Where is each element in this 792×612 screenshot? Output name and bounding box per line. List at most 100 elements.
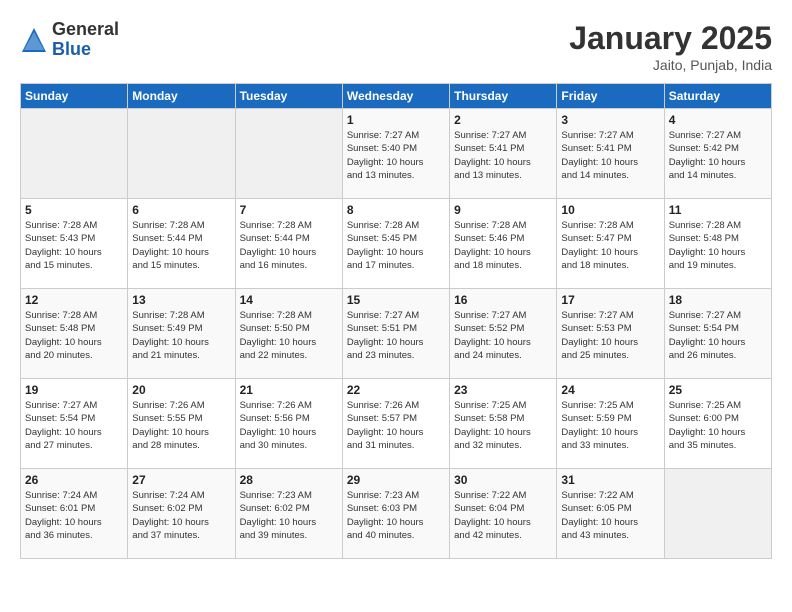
- calendar-cell: 28 Sunrise: 7:23 AM Sunset: 6:02 PM Dayli…: [235, 469, 342, 559]
- calendar-cell: 9 Sunrise: 7:28 AM Sunset: 5:46 PM Daylig…: [450, 199, 557, 289]
- week-row-1: 1 Sunrise: 7:27 AM Sunset: 5:40 PM Daylig…: [21, 109, 772, 199]
- day-number: 10: [561, 203, 659, 217]
- day-number: 14: [240, 293, 338, 307]
- weekday-header-saturday: Saturday: [664, 84, 771, 109]
- day-info: Sunrise: 7:27 AM Sunset: 5:40 PM Dayligh…: [347, 129, 445, 182]
- calendar-cell: 2 Sunrise: 7:27 AM Sunset: 5:41 PM Daylig…: [450, 109, 557, 199]
- day-info: Sunrise: 7:28 AM Sunset: 5:46 PM Dayligh…: [454, 219, 552, 272]
- calendar-cell: 25Sunrise: 7:25 AM Sunset: 6:00 PM Dayli…: [664, 379, 771, 469]
- day-info: Sunrise: 7:25 AM Sunset: 5:59 PM Dayligh…: [561, 399, 659, 452]
- calendar-cell: 16 Sunrise: 7:27 AM Sunset: 5:52 PM Dayli…: [450, 289, 557, 379]
- logo: General Blue: [20, 20, 119, 60]
- calendar-cell: 31 Sunrise: 7:22 AM Sunset: 6:05 PM Dayli…: [557, 469, 664, 559]
- weekday-header-tuesday: Tuesday: [235, 84, 342, 109]
- calendar-cell: 5Sunrise: 7:28 AM Sunset: 5:43 PM Daylig…: [21, 199, 128, 289]
- week-row-5: 26 Sunrise: 7:24 AM Sunset: 6:01 PM Dayli…: [21, 469, 772, 559]
- calendar-subtitle: Jaito, Punjab, India: [569, 57, 772, 73]
- calendar-cell: [128, 109, 235, 199]
- day-number: 19: [25, 383, 123, 397]
- calendar-cell: 11 Sunrise: 7:28 AM Sunset: 5:48 PM Dayli…: [664, 199, 771, 289]
- calendar-cell: 13 Sunrise: 7:28 AM Sunset: 5:49 PM Dayli…: [128, 289, 235, 379]
- day-info: Sunrise: 7:25 AM Sunset: 5:58 PM Dayligh…: [454, 399, 552, 452]
- day-number: 28: [240, 473, 338, 487]
- day-info: Sunrise: 7:24 AM Sunset: 6:02 PM Dayligh…: [132, 489, 230, 542]
- calendar-cell: 29Sunrise: 7:23 AM Sunset: 6:03 PM Dayli…: [342, 469, 449, 559]
- day-number: 9: [454, 203, 552, 217]
- day-number: 21: [240, 383, 338, 397]
- calendar-cell: 30 Sunrise: 7:22 AM Sunset: 6:04 PM Dayli…: [450, 469, 557, 559]
- calendar-title: January 2025: [569, 20, 772, 57]
- calendar-cell: [664, 469, 771, 559]
- day-number: 2: [454, 113, 552, 127]
- day-number: 26: [25, 473, 123, 487]
- day-info: Sunrise: 7:24 AM Sunset: 6:01 PM Dayligh…: [25, 489, 123, 542]
- day-info: Sunrise: 7:27 AM Sunset: 5:51 PM Dayligh…: [347, 309, 445, 362]
- day-number: 11: [669, 203, 767, 217]
- calendar-cell: 17 Sunrise: 7:27 AM Sunset: 5:53 PM Dayli…: [557, 289, 664, 379]
- calendar-cell: 12 Sunrise: 7:28 AM Sunset: 5:48 PM Dayli…: [21, 289, 128, 379]
- day-info: Sunrise: 7:28 AM Sunset: 5:44 PM Dayligh…: [240, 219, 338, 272]
- calendar-cell: 1 Sunrise: 7:27 AM Sunset: 5:40 PM Daylig…: [342, 109, 449, 199]
- day-number: 25: [669, 383, 767, 397]
- day-info: Sunrise: 7:27 AM Sunset: 5:54 PM Dayligh…: [25, 399, 123, 452]
- day-number: 15: [347, 293, 445, 307]
- calendar-cell: 6 Sunrise: 7:28 AM Sunset: 5:44 PM Daylig…: [128, 199, 235, 289]
- calendar-cell: 15 Sunrise: 7:27 AM Sunset: 5:51 PM Dayli…: [342, 289, 449, 379]
- week-row-2: 5Sunrise: 7:28 AM Sunset: 5:43 PM Daylig…: [21, 199, 772, 289]
- title-block: January 2025 Jaito, Punjab, India: [569, 20, 772, 73]
- day-info: Sunrise: 7:26 AM Sunset: 5:56 PM Dayligh…: [240, 399, 338, 452]
- day-info: Sunrise: 7:22 AM Sunset: 6:04 PM Dayligh…: [454, 489, 552, 542]
- day-info: Sunrise: 7:23 AM Sunset: 6:02 PM Dayligh…: [240, 489, 338, 542]
- logo-general: General: [52, 20, 119, 40]
- day-info: Sunrise: 7:27 AM Sunset: 5:52 PM Dayligh…: [454, 309, 552, 362]
- day-number: 4: [669, 113, 767, 127]
- weekday-header-wednesday: Wednesday: [342, 84, 449, 109]
- day-number: 24: [561, 383, 659, 397]
- day-info: Sunrise: 7:28 AM Sunset: 5:44 PM Dayligh…: [132, 219, 230, 272]
- day-info: Sunrise: 7:22 AM Sunset: 6:05 PM Dayligh…: [561, 489, 659, 542]
- calendar-cell: 27Sunrise: 7:24 AM Sunset: 6:02 PM Dayli…: [128, 469, 235, 559]
- day-number: 30: [454, 473, 552, 487]
- day-info: Sunrise: 7:28 AM Sunset: 5:48 PM Dayligh…: [669, 219, 767, 272]
- day-number: 22: [347, 383, 445, 397]
- day-info: Sunrise: 7:26 AM Sunset: 5:55 PM Dayligh…: [132, 399, 230, 452]
- day-number: 29: [347, 473, 445, 487]
- day-number: 7: [240, 203, 338, 217]
- day-number: 8: [347, 203, 445, 217]
- calendar-cell: 3Sunrise: 7:27 AM Sunset: 5:41 PM Daylig…: [557, 109, 664, 199]
- week-row-4: 19 Sunrise: 7:27 AM Sunset: 5:54 PM Dayli…: [21, 379, 772, 469]
- day-info: Sunrise: 7:28 AM Sunset: 5:50 PM Dayligh…: [240, 309, 338, 362]
- calendar-table: SundayMondayTuesdayWednesdayThursdayFrid…: [20, 83, 772, 559]
- day-info: Sunrise: 7:27 AM Sunset: 5:53 PM Dayligh…: [561, 309, 659, 362]
- day-number: 17: [561, 293, 659, 307]
- calendar-cell: 10Sunrise: 7:28 AM Sunset: 5:47 PM Dayli…: [557, 199, 664, 289]
- day-info: Sunrise: 7:27 AM Sunset: 5:42 PM Dayligh…: [669, 129, 767, 182]
- day-info: Sunrise: 7:28 AM Sunset: 5:48 PM Dayligh…: [25, 309, 123, 362]
- calendar-cell: 21 Sunrise: 7:26 AM Sunset: 5:56 PM Dayli…: [235, 379, 342, 469]
- day-number: 13: [132, 293, 230, 307]
- day-number: 6: [132, 203, 230, 217]
- day-number: 31: [561, 473, 659, 487]
- day-info: Sunrise: 7:27 AM Sunset: 5:41 PM Dayligh…: [454, 129, 552, 182]
- calendar-cell: 20Sunrise: 7:26 AM Sunset: 5:55 PM Dayli…: [128, 379, 235, 469]
- calendar-cell: 23 Sunrise: 7:25 AM Sunset: 5:58 PM Dayli…: [450, 379, 557, 469]
- day-info: Sunrise: 7:26 AM Sunset: 5:57 PM Dayligh…: [347, 399, 445, 452]
- day-number: 23: [454, 383, 552, 397]
- day-number: 3: [561, 113, 659, 127]
- logo-icon: [20, 26, 48, 54]
- calendar-cell: 18 Sunrise: 7:27 AM Sunset: 5:54 PM Dayli…: [664, 289, 771, 379]
- day-number: 12: [25, 293, 123, 307]
- weekday-header-thursday: Thursday: [450, 84, 557, 109]
- day-number: 18: [669, 293, 767, 307]
- logo-text: General Blue: [52, 20, 119, 60]
- weekday-header-friday: Friday: [557, 84, 664, 109]
- day-number: 16: [454, 293, 552, 307]
- weekday-header-monday: Monday: [128, 84, 235, 109]
- day-info: Sunrise: 7:27 AM Sunset: 5:54 PM Dayligh…: [669, 309, 767, 362]
- day-info: Sunrise: 7:28 AM Sunset: 5:49 PM Dayligh…: [132, 309, 230, 362]
- calendar-cell: 24 Sunrise: 7:25 AM Sunset: 5:59 PM Dayli…: [557, 379, 664, 469]
- calendar-cell: 8Sunrise: 7:28 AM Sunset: 5:45 PM Daylig…: [342, 199, 449, 289]
- day-number: 1: [347, 113, 445, 127]
- week-row-3: 12 Sunrise: 7:28 AM Sunset: 5:48 PM Dayli…: [21, 289, 772, 379]
- calendar-cell: [235, 109, 342, 199]
